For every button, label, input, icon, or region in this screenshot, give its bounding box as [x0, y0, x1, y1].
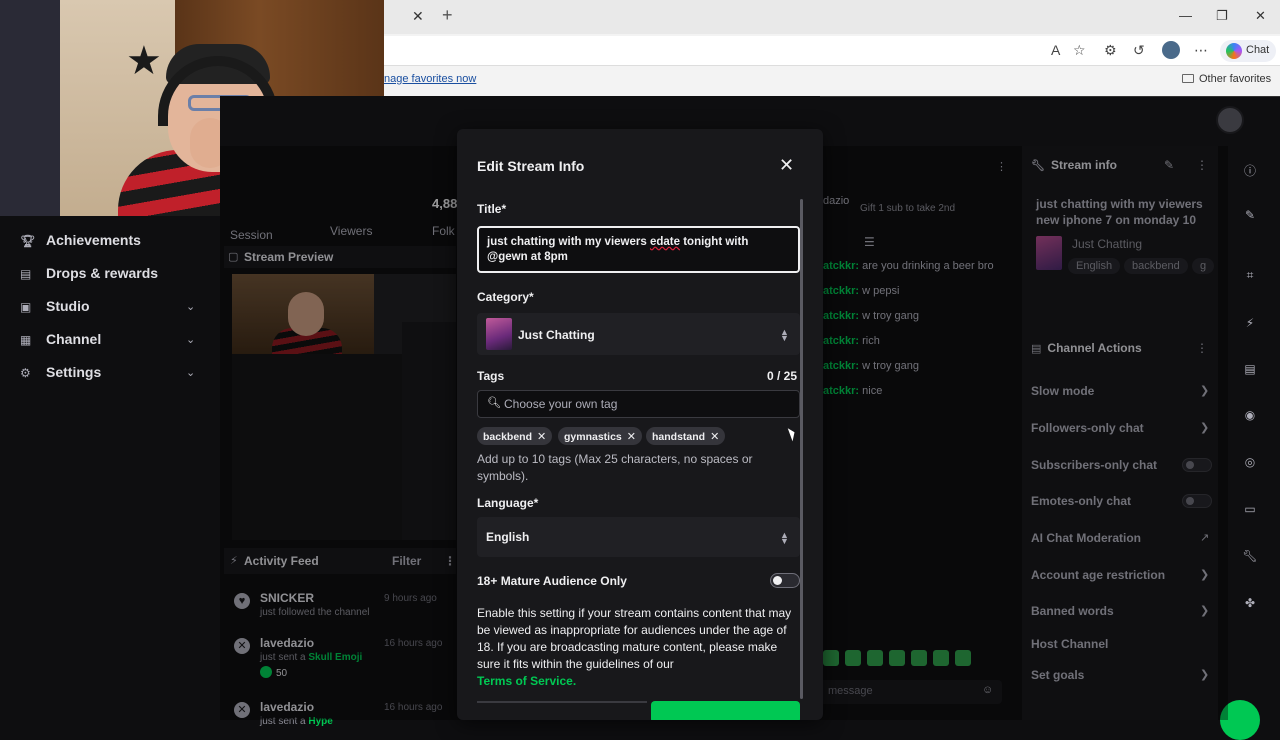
gear-icon: ⚙ [20, 366, 31, 380]
tags-label: Tags [477, 369, 505, 383]
category-select[interactable]: Just Chatting ▲ ▼ [477, 313, 800, 355]
star-ornament-icon: ★ [126, 39, 162, 83]
category-value: Just Chatting [518, 328, 595, 342]
channel-icon: ▦ [20, 333, 32, 347]
terms-of-service-link[interactable]: Terms of Service. [477, 674, 576, 688]
search-icon: 🔍︎ [487, 397, 501, 409]
copilot-icon [1226, 43, 1242, 59]
remove-tag-icon[interactable]: ✕ [537, 431, 546, 443]
tags-count: 0 / 25 [767, 369, 798, 383]
new-tab-button[interactable]: + [442, 5, 453, 26]
creator-sidebar: 🏆︎ Achievements ▤ Drops & rewards ▣ Studio … [0, 216, 220, 720]
edit-stream-info-modal: Edit Stream Info ✕ Title* just chatting … [457, 129, 823, 720]
tag-chip: handstand ✕ [646, 427, 726, 445]
remove-tag-icon[interactable]: ✕ [627, 431, 636, 443]
copilot-chat-button[interactable]: Chat [1220, 40, 1276, 62]
more-options-icon[interactable]: ⋯ [1194, 42, 1208, 59]
browser-chrome: ✕ + — ❐ ✕ A ☆ ⚙ ↺ ⋯ Chat nage favorites … [384, 0, 1280, 96]
studio-icon: ▣ [20, 300, 32, 314]
title-label: Title* [477, 202, 507, 216]
done-button[interactable] [651, 701, 800, 720]
mature-description: Enable this setting if your stream conta… [477, 606, 792, 671]
tag-chip-label: handstand [652, 431, 706, 443]
close-icon[interactable]: ✕ [779, 155, 794, 176]
title-input[interactable]: just chatting with my viewers edate toni… [477, 226, 800, 273]
tab-close-icon[interactable]: ✕ [412, 8, 424, 25]
broadcast-icon[interactable]: ◎ [1240, 455, 1260, 475]
tags-input[interactable]: 🔍︎ Choose your own tag [477, 390, 800, 418]
folder-icon [1182, 74, 1194, 83]
language-value: English [486, 530, 530, 544]
pencil-icon[interactable]: ✎ [1240, 208, 1260, 228]
category-label: Category* [477, 290, 534, 304]
document-icon[interactable]: ▤ [1240, 362, 1260, 382]
sidebar-item-drops[interactable]: ▤ Drops & rewards [20, 265, 158, 281]
language-label: Language* [477, 496, 539, 510]
extensions-icon[interactable]: ✤ [1240, 596, 1260, 616]
address-bar[interactable] [384, 36, 1280, 66]
title-text-part1: just chatting with my viewers [487, 236, 650, 248]
modal-title: Edit Stream Info [477, 158, 585, 174]
sidebar-item-label: Channel [46, 331, 102, 347]
tag-chip: backbend ✕ [477, 427, 553, 445]
tag-chip: gymnastics ✕ [558, 427, 642, 445]
other-favorites-label: Other favorites [1199, 73, 1272, 85]
sidebar-item-label: Settings [46, 364, 102, 380]
sidebar-item-settings[interactable]: ⚙ Settings [20, 364, 101, 380]
clip-icon[interactable]: ⌗ [1240, 268, 1260, 288]
info-icon[interactable]: ⓘ [1240, 162, 1260, 182]
copilot-label: Chat [1246, 44, 1270, 56]
sidebar-item-achievements[interactable]: 🏆︎ Achievements [20, 232, 141, 248]
profile-avatar[interactable] [1162, 41, 1180, 59]
select-arrows-icon: ▲ ▼ [780, 530, 789, 546]
chat-bubble-icon[interactable]: ◉ [1240, 408, 1260, 428]
language-select[interactable]: English ▲ ▼ [477, 517, 800, 557]
favorite-star-icon[interactable]: ☆ [1073, 42, 1086, 59]
extensions-icon[interactable]: ⚙ [1104, 42, 1117, 59]
mature-label: 18+ Mature Audience Only [477, 574, 627, 588]
sidebar-item-label: Drops & rewards [46, 265, 159, 281]
history-icon[interactable]: ↺ [1133, 42, 1145, 59]
monitor-icon[interactable]: ▭ [1240, 502, 1260, 522]
sidebar-item-channel[interactable]: ▦ Channel [20, 331, 101, 347]
tag-chip-label: backbend [483, 431, 533, 443]
chevron-down-icon[interactable]: ⌄ [186, 333, 195, 346]
wrench-icon[interactable]: 🔧︎ [1240, 549, 1260, 569]
window-close-button[interactable]: ✕ [1255, 8, 1266, 24]
restore-button[interactable]: ❐ [1216, 8, 1228, 24]
sidebar-item-label: Studio [46, 298, 90, 314]
tab-strip: ✕ + — ❐ ✕ [384, 0, 1280, 34]
other-favorites-button[interactable]: Other favorites [1182, 73, 1271, 85]
category-thumbnail [486, 318, 512, 350]
lightning-icon[interactable]: ⚡︎ [1240, 316, 1260, 336]
chevron-down-icon[interactable]: ⌄ [186, 300, 195, 313]
sidebar-item-studio[interactable]: ▣ Studio [20, 298, 90, 314]
minimize-button[interactable]: — [1179, 8, 1192, 23]
footer-divider [477, 701, 647, 703]
mature-toggle[interactable] [770, 573, 800, 588]
manage-favorites-link[interactable]: nage favorites now [384, 73, 476, 85]
title-text-misspelled: edate [649, 236, 681, 248]
user-avatar[interactable] [1216, 106, 1244, 134]
favorites-bar: nage favorites now Other favorites [384, 68, 1280, 92]
tags-helper-text: Add up to 10 tags (Max 25 characters, no… [477, 452, 753, 483]
chevron-down-icon[interactable]: ⌄ [186, 366, 195, 379]
tag-chip-label: gymnastics [564, 431, 622, 443]
right-rail [1228, 146, 1280, 720]
modal-scrollbar[interactable] [800, 199, 803, 699]
trophy-icon: 🏆︎ [20, 234, 36, 248]
remove-tag-icon[interactable]: ✕ [710, 431, 719, 443]
sidebar-item-label: Achievements [46, 232, 141, 248]
webcam-shadow [0, 0, 60, 216]
select-arrows-icon: ▲ ▼ [780, 327, 789, 343]
gift-icon: ▤ [20, 267, 32, 281]
read-aloud-icon[interactable]: A [1051, 42, 1060, 58]
tags-placeholder: Choose your own tag [504, 397, 618, 411]
